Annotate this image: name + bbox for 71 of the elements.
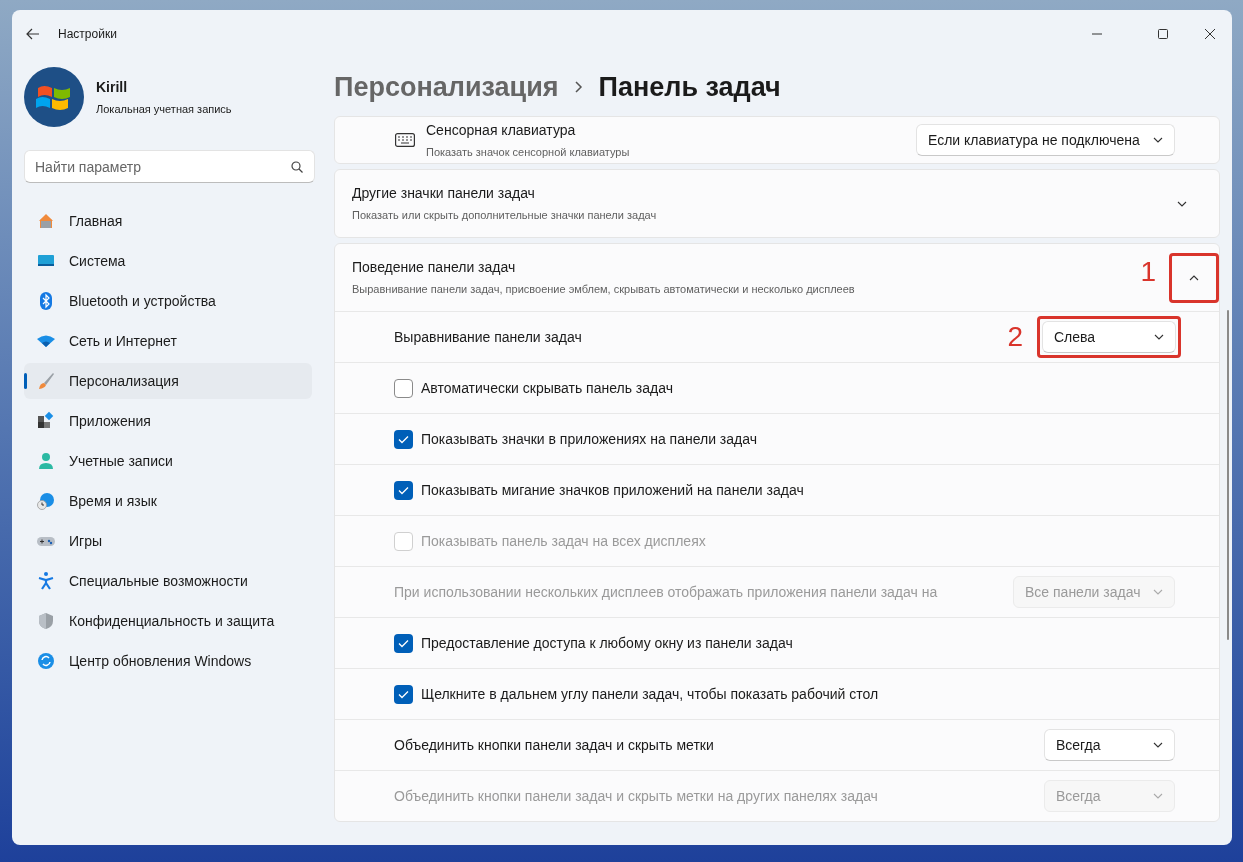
avatar-logo-icon — [24, 67, 84, 127]
page-title: Панель задач — [598, 70, 781, 104]
tiles-icon — [36, 411, 56, 431]
checkbox[interactable] — [394, 480, 413, 500]
checkmark-icon — [398, 638, 409, 648]
chevron-down-icon — [1153, 589, 1163, 595]
setting-label: Выравнивание панели задач — [394, 327, 583, 347]
paintbrush-icon — [36, 371, 56, 391]
setting-label: Автоматически скрывать панель задач — [421, 378, 674, 398]
keyboard-icon — [395, 133, 415, 147]
shield-icon — [36, 611, 56, 631]
search-icon — [291, 161, 303, 173]
sidebar-item[interactable]: Персонализация — [24, 363, 312, 399]
dropdown[interactable]: Если клавиатура не подключена — [916, 124, 1175, 156]
checkbox[interactable] — [394, 378, 413, 398]
setting-label: Показывать панель задач на всех дисплеях — [421, 531, 707, 551]
sidebar-item[interactable]: Сеть и Интернет — [24, 323, 312, 359]
setting-description: Выравнивание панели задач, присвоение эмблем, скрывать автоматически и несколько дисплеев — [352, 282, 856, 298]
sidebar-item[interactable]: Время и язык — [24, 483, 312, 519]
back-arrow-icon[interactable] — [26, 28, 40, 40]
chevron-down-icon — [1153, 742, 1163, 748]
setting-label: Показывать мигание значков приложений на панели задач — [421, 480, 805, 500]
chevron-down-icon — [1153, 137, 1163, 143]
setting-title: Другие значки панели задач — [352, 184, 536, 204]
sidebar-item[interactable]: Система — [24, 243, 312, 279]
scrollbar[interactable] — [1227, 310, 1229, 640]
setting-title: Сенсорная клавиатура — [426, 120, 577, 140]
person-icon — [36, 451, 56, 471]
chevron-down-icon — [1153, 793, 1163, 799]
sidebar-item[interactable]: Центр обновления Windows — [24, 643, 312, 679]
sidebar-item[interactable]: Bluetooth и устройства — [24, 283, 312, 319]
checkbox[interactable] — [394, 684, 413, 704]
sidebar-item[interactable]: Специальные возможности — [24, 563, 312, 599]
search-field[interactable]: Найти параметр — [24, 150, 315, 183]
checkbox[interactable] — [394, 429, 413, 449]
chevron-down-icon — [1177, 200, 1187, 207]
sidebar-item[interactable]: Приложения — [24, 403, 312, 439]
account-name: Kirill — [96, 77, 129, 97]
checkmark-icon — [398, 689, 409, 699]
sidebar-item[interactable]: Главная — [24, 203, 312, 239]
sidebar-item[interactable]: Игры — [24, 523, 312, 559]
setting-description: Показать или скрыть дополнительные значки панели задач — [352, 208, 658, 224]
setting-label: Показывать значки в приложениях на панели задач — [421, 429, 758, 449]
dropdown[interactable]: Слева — [1042, 321, 1176, 353]
setting-label: При использовании нескольких дисплеев отображать приложения панели задач на — [394, 582, 939, 602]
breadcrumb-link[interactable]: Персонализация — [334, 66, 559, 108]
setting-description: Показать значок сенсорной клавиатуры — [426, 144, 631, 160]
globe-clock-icon — [36, 491, 56, 511]
chevron-right-icon — [574, 81, 583, 93]
close-icon[interactable] — [1205, 29, 1215, 39]
setting-title: Поведение панели задач — [352, 258, 517, 278]
callout-number: 2 — [1007, 320, 1023, 354]
callout-number: 1 — [1140, 254, 1156, 289]
setting-label: Щелкните в дальнем углу панели задач, чтобы показать рабочий стол — [421, 684, 880, 704]
checkbox[interactable] — [394, 633, 413, 653]
sidebar-item[interactable]: Конфиденциальность и защита — [24, 603, 312, 639]
window-title: Настройки — [58, 26, 117, 43]
setting-label: Предоставление доступа к любому окну из панели задач — [421, 633, 794, 653]
refresh-icon — [36, 651, 56, 671]
checkmark-icon — [398, 485, 409, 495]
sidebar-item[interactable]: Учетные записи — [24, 443, 312, 479]
checkmark-icon — [398, 434, 409, 444]
setting-label: Объединить кнопки панели задач и скрыть метки — [394, 735, 715, 755]
setting-label: Объединить кнопки панели задач и скрыть метки на других панелях задач — [394, 786, 879, 806]
accessibility-icon — [36, 571, 56, 591]
selection-indicator — [24, 373, 27, 389]
dropdown[interactable]: Всегда — [1044, 729, 1175, 761]
chevron-up-icon — [1189, 274, 1199, 281]
chevron-down-icon — [1154, 334, 1164, 340]
maximize-icon[interactable] — [1158, 29, 1168, 39]
account-type: Локальная учетная запись — [96, 101, 232, 117]
